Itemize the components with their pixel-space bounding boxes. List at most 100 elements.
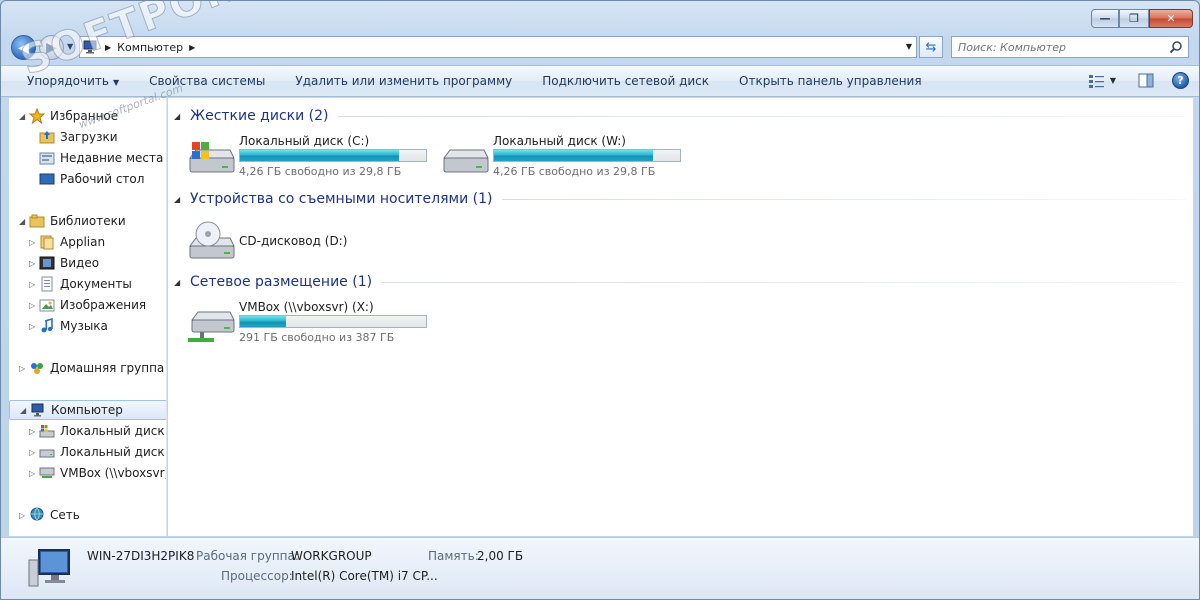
breadcrumb-computer[interactable]: Компьютер <box>117 41 183 54</box>
collapse-arrow-icon[interactable]: ◢ <box>174 195 190 204</box>
drive-c-usage-fill <box>240 150 400 161</box>
hard-drive-icon <box>39 449 55 458</box>
drive-w[interactable]: Локальный диск (W:) 4,26 ГБ свободно из … <box>440 134 700 180</box>
search-box[interactable] <box>951 36 1189 58</box>
nav-recent-places[interactable]: Недавние места <box>39 148 163 168</box>
expand-arrow-icon[interactable]: ◢ <box>19 217 29 226</box>
group-removable[interactable]: ◢ Устройства со съемными носителями (1) <box>174 189 1186 209</box>
address-dropdown-icon[interactable]: ▼ <box>906 42 912 51</box>
breadcrumb-separator-icon[interactable]: ▶ <box>105 43 111 52</box>
help-icon[interactable]: ? <box>1172 72 1189 89</box>
content-area: ◢ Жесткие диски (2) Локальный диск (C:) … <box>168 98 1193 536</box>
collapse-arrow-icon[interactable]: ◢ <box>174 278 190 287</box>
drive-w-usage-fill <box>494 150 654 161</box>
expand-arrow-icon[interactable]: ▷ <box>19 364 29 373</box>
nav-documents-label: Документы <box>60 277 132 291</box>
group-hard-disks-title: Жесткие диски (2) <box>190 108 329 124</box>
uninstall-program-button[interactable]: Удалить или изменить программу <box>280 74 527 88</box>
nav-downloads[interactable]: Загрузки <box>39 127 118 147</box>
drive-d-name: CD-дисковод (D:) <box>239 234 348 248</box>
computer-icon <box>31 403 44 417</box>
change-view-icon[interactable] <box>1088 73 1106 89</box>
refresh-button[interactable]: ⇆ <box>919 36 943 58</box>
expand-arrow-icon[interactable]: ▷ <box>29 448 39 457</box>
chevron-down-icon: ▼ <box>112 78 120 87</box>
network-drive-icon <box>39 467 55 478</box>
workgroup-value: WORKGROUP <box>291 549 372 563</box>
preview-pane-icon[interactable] <box>1138 73 1154 88</box>
expand-arrow-icon[interactable]: ▷ <box>29 238 39 247</box>
drive-c-space-info: 4,26 ГБ свободно из 29,8 ГБ <box>239 165 402 178</box>
drive-w-space-info: 4,26 ГБ свободно из 29,8 ГБ <box>493 165 656 178</box>
nav-music-label: Музыка <box>60 319 108 333</box>
forward-button[interactable]: ▶ <box>39 35 64 60</box>
nav-pictures[interactable]: ▷ Изображения <box>29 295 146 315</box>
back-button[interactable]: ◀ <box>11 35 36 60</box>
expand-arrow-icon[interactable]: ▷ <box>29 469 39 478</box>
nav-network[interactable]: ▷ Сеть <box>19 505 80 525</box>
drive-d[interactable]: CD-дисковод (D:) <box>186 218 446 264</box>
nav-favorites[interactable]: ◢ Избранное <box>19 106 118 126</box>
nav-disk-w[interactable]: ▷ Локальный диск (W <box>29 442 166 462</box>
nav-computer[interactable]: ◢ Компьютер <box>9 400 166 420</box>
expand-arrow-icon[interactable]: ▷ <box>29 280 39 289</box>
collapse-arrow-icon[interactable]: ◢ <box>174 112 190 121</box>
organize-button[interactable]: Упорядочить ▼ <box>1 74 134 88</box>
nav-homegroup[interactable]: ▷ Домашняя группа <box>19 358 164 378</box>
expand-arrow-icon[interactable]: ▷ <box>29 322 39 331</box>
drive-x-usage-bar <box>239 315 427 328</box>
drive-x-space-info: 291 ГБ свободно из 387 ГБ <box>239 331 395 344</box>
nav-vmbox[interactable]: ▷ VMBox (\\vboxsvr) ( <box>29 463 166 483</box>
desktop-icon <box>39 173 55 185</box>
nav-applian[interactable]: ▷ Applian <box>29 232 105 252</box>
nav-disk-c[interactable]: ▷ Локальный диск (C <box>29 421 166 441</box>
folder-icon <box>40 235 54 250</box>
nav-music[interactable]: ▷ Музыка <box>29 316 108 336</box>
group-network-location[interactable]: ◢ Сетевое размещение (1) <box>174 272 1186 292</box>
recent-pages-chevron-icon[interactable]: ▼ <box>67 42 73 51</box>
drive-c[interactable]: Локальный диск (C:) 4,26 ГБ свободно из … <box>186 134 446 180</box>
group-divider <box>502 198 1186 200</box>
expand-arrow-icon[interactable]: ▷ <box>19 511 29 520</box>
nav-documents[interactable]: ▷ Документы <box>29 274 132 294</box>
drive-c-name: Локальный диск (C:) <box>239 134 370 148</box>
address-row: ◀ ▶ ▼ ▶ Компьютер ▶ ▼ ⇆ <box>1 34 1199 60</box>
video-icon <box>39 256 55 270</box>
expand-arrow-icon[interactable]: ▷ <box>29 427 39 436</box>
refresh-icon: ⇆ <box>925 39 937 55</box>
expand-arrow-icon[interactable]: ▷ <box>29 301 39 310</box>
search-icon[interactable] <box>1169 40 1183 54</box>
address-bar[interactable]: ▶ Компьютер ▶ ▼ <box>79 36 917 58</box>
group-hard-disks[interactable]: ◢ Жесткие диски (2) <box>174 106 1186 126</box>
processor-value: Intel(R) Core(TM) i7 CP... <box>291 569 438 583</box>
music-icon <box>41 318 53 333</box>
breadcrumb-separator-icon[interactable]: ▶ <box>189 43 195 52</box>
organize-label: Упорядочить <box>27 74 109 88</box>
expand-arrow-icon[interactable]: ◢ <box>19 112 29 121</box>
documents-icon <box>41 276 53 292</box>
drive-x[interactable]: VMBox (\\vboxsvr) (X:) 291 ГБ свободно и… <box>186 300 446 346</box>
computer-icon <box>28 549 70 587</box>
nav-video-label: Видео <box>60 256 100 270</box>
maximize-button[interactable]: ❐ <box>1119 9 1149 28</box>
drive-x-name: VMBox (\\vboxsvr) (X:) <box>239 300 374 314</box>
nav-video[interactable]: ▷ Видео <box>29 253 99 273</box>
expand-arrow-icon[interactable]: ▷ <box>29 259 39 268</box>
search-input[interactable] <box>952 40 1162 54</box>
minimize-button[interactable]: — <box>1091 9 1119 28</box>
map-network-drive-button[interactable]: Подключить сетевой диск <box>527 74 724 88</box>
close-button[interactable]: ✕ <box>1149 9 1193 28</box>
nav-downloads-label: Загрузки <box>60 130 118 144</box>
expand-arrow-icon[interactable]: ◢ <box>20 406 30 415</box>
recent-places-icon <box>39 152 55 165</box>
system-properties-button[interactable]: Свойства системы <box>134 74 280 88</box>
system-drive-icon <box>189 142 235 173</box>
nav-network-label: Сеть <box>50 508 80 522</box>
computer-name: WIN-27DI3H2PIK8 <box>87 549 195 563</box>
open-control-panel-button[interactable]: Открыть панель управления <box>724 74 937 88</box>
group-divider <box>382 281 1186 283</box>
view-options-chevron-icon[interactable]: ▼ <box>1110 76 1116 85</box>
nav-disk-w-label: Локальный диск (W <box>60 445 166 459</box>
nav-desktop[interactable]: Рабочий стол <box>39 169 144 189</box>
nav-libraries[interactable]: ◢ Библиотеки <box>19 211 126 231</box>
